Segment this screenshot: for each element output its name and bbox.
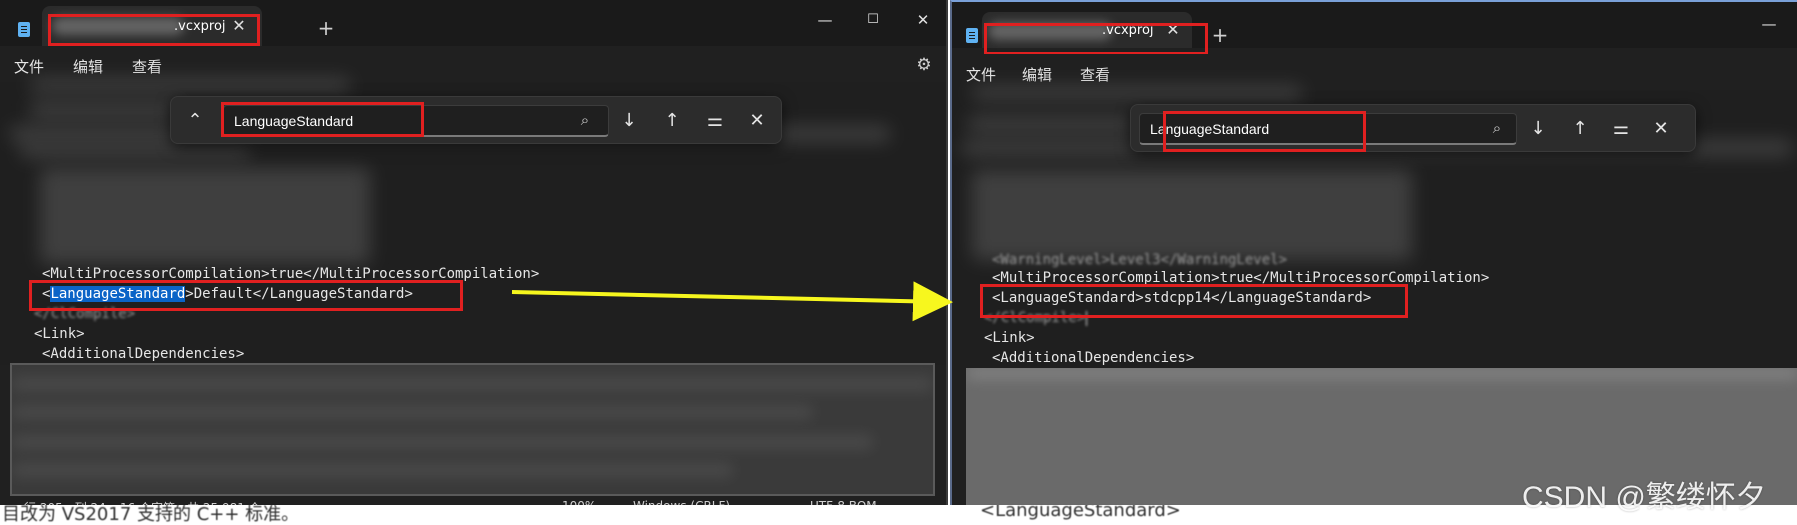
redacted-lower-region: [10, 363, 935, 496]
redacted-code: [972, 170, 1412, 260]
maximize-icon[interactable]: ☐: [858, 8, 888, 32]
close-find-icon[interactable]: ✕: [1647, 115, 1675, 143]
code-line-blurred: <WarningLevel>Level3</WarningLevel>: [992, 252, 1288, 268]
menu-view[interactable]: 查看: [1080, 64, 1110, 85]
left-menubar: 文件 编辑 查看 ⚙: [0, 46, 946, 82]
plus-icon[interactable]: +: [314, 17, 338, 41]
menu-edit[interactable]: 编辑: [1022, 64, 1052, 85]
background-page-strip: 目改为 VS2017 支持的 C++ 标准。: [0, 505, 948, 525]
arrow-up-icon[interactable]: ↑: [1566, 115, 1594, 143]
minimize-icon[interactable]: —: [1754, 12, 1784, 36]
redacted-code: [30, 78, 350, 92]
sliders-icon[interactable]: ⚌: [701, 107, 729, 135]
redacted-code: [966, 368, 1797, 378]
search-icon[interactable]: ⌕: [1489, 120, 1505, 136]
search-match-highlight: LanguageStandard: [50, 286, 186, 302]
redacted-code: [972, 86, 1302, 100]
document-icon: [966, 28, 978, 43]
arrow-down-icon[interactable]: ↓: [615, 107, 643, 135]
right-file-tab[interactable]: .vcxproj ✕: [982, 12, 1192, 48]
close-find-icon[interactable]: ✕: [743, 107, 771, 135]
minimize-icon[interactable]: —: [810, 8, 840, 32]
redacted-code: [12, 405, 813, 419]
code-line-clcompile-close: </ClCompile>: [34, 306, 136, 322]
redacted-code: [968, 116, 1138, 132]
left-file-tab[interactable]: .vcxproj ✕: [42, 6, 262, 46]
left-notepad-window: .vcxproj ✕ + — ☐ ✕ 文件 编辑 查看 ⚙ <MultiProc…: [0, 0, 948, 525]
code-line-link: <Link>: [34, 326, 85, 342]
gear-icon[interactable]: ⚙: [915, 56, 933, 74]
redacted-code: [30, 102, 180, 118]
redacted-code: [12, 435, 873, 449]
close-icon[interactable]: ✕: [1162, 19, 1184, 41]
code-line-multiprocessor: <MultiProcessorCompilation>true</MultiPr…: [992, 270, 1490, 286]
right-notepad-window: .vcxproj ✕ + — 文件 编辑 查看 <WarningLevel>Le…: [950, 0, 1797, 525]
left-titlebar: .vcxproj ✕ + — ☐ ✕: [0, 0, 946, 46]
redacted-code: [12, 463, 733, 477]
right-menubar: 文件 编辑 查看: [952, 54, 1797, 90]
menu-view[interactable]: 查看: [132, 56, 162, 77]
code-token: </ClCompile>: [984, 310, 1086, 326]
document-icon: [18, 22, 30, 37]
code-line-additional-deps: <AdditionalDependencies>: [992, 350, 1195, 366]
code-line-language-standard: <LanguageStandard>Default</LanguageStand…: [42, 286, 413, 302]
tab-title: .vcxproj: [174, 19, 226, 34]
background-page-text: <LanguageStandard>: [980, 505, 1181, 521]
tab-title: .vcxproj: [1102, 23, 1154, 38]
redacted-code: [20, 144, 250, 158]
code-token: >Default</LanguageStandard>: [185, 286, 413, 302]
find-input[interactable]: [1139, 113, 1517, 145]
chevron-up-icon[interactable]: ⌃: [181, 107, 209, 135]
code-line-language-standard: <LanguageStandard>stdcpp14</LanguageStan…: [992, 290, 1372, 306]
background-page-text: 目改为 VS2017 支持的 C++ 标准。: [2, 505, 300, 525]
window-close-icon[interactable]: ✕: [908, 8, 938, 32]
right-titlebar: .vcxproj ✕ + —: [952, 2, 1797, 48]
redacted-code: [12, 377, 933, 391]
menu-edit[interactable]: 编辑: [73, 56, 103, 77]
close-icon[interactable]: ✕: [228, 15, 250, 37]
code-line-clcompile-close: </ClCompile>: [984, 310, 1088, 326]
arrow-up-icon[interactable]: ↑: [658, 107, 686, 135]
code-line-multiprocessor: <MultiProcessorCompilation>true</MultiPr…: [42, 266, 540, 282]
code-line-link: <Link>: [984, 330, 1035, 346]
plus-icon[interactable]: +: [1208, 24, 1232, 48]
text-caret: [1086, 310, 1088, 326]
left-find-panel: ⌃ ⌕ ↓ ↑ ⚌ ✕: [170, 96, 782, 144]
csdn-watermark: CSDN @繁缕怀夕: [1522, 481, 1766, 514]
menu-file[interactable]: 文件: [966, 64, 996, 85]
code-line-additional-deps: <AdditionalDependencies>: [42, 346, 245, 362]
menu-file[interactable]: 文件: [14, 56, 44, 77]
redacted-filename: [52, 17, 184, 35]
search-icon[interactable]: ⌕: [577, 112, 593, 128]
sliders-icon[interactable]: ⚌: [1607, 115, 1635, 143]
arrow-down-icon[interactable]: ↓: [1524, 115, 1552, 143]
right-find-panel: ⌕ ↓ ↑ ⚌ ✕: [1130, 104, 1696, 152]
redacted-code: [40, 168, 370, 264]
find-input[interactable]: [223, 105, 609, 137]
redacted-filename: [988, 22, 1112, 40]
